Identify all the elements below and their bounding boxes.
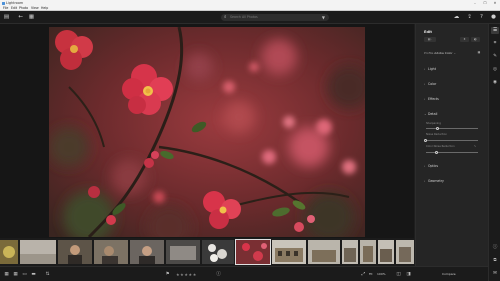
edit-panel-title: Edit xyxy=(424,30,432,34)
photo-grid-icon[interactable]: ▦ xyxy=(3,271,10,278)
before-after-icon[interactable]: ◨ xyxy=(405,271,412,278)
section-effects[interactable]: › Effects xyxy=(424,96,486,102)
filmstrip-thumb[interactable] xyxy=(378,240,394,264)
filmstrip-thumb[interactable] xyxy=(272,240,306,264)
filmstrip-thumb[interactable] xyxy=(20,240,56,264)
single-view-icon[interactable]: ▬ xyxy=(30,271,37,278)
filmstrip-thumb[interactable] xyxy=(202,240,234,264)
flag-icon[interactable]: ⚑ xyxy=(164,271,171,278)
zoom-fit-icon[interactable]: ⤢ xyxy=(360,271,367,278)
color-noise-reduction-slider-thumb[interactable] xyxy=(435,150,439,154)
sort-icon[interactable]: ⇅ xyxy=(44,271,51,278)
compare-label[interactable]: Compare xyxy=(442,271,456,278)
profile-label: Profile xyxy=(424,51,434,55)
main-photo-image xyxy=(49,27,365,237)
noise-reduction-label: Noise Reduction xyxy=(426,133,447,136)
filmstrip-thumb[interactable] xyxy=(360,240,376,264)
sharpening-slider-thumb[interactable] xyxy=(436,126,440,130)
zoom-level[interactable]: 100% xyxy=(377,271,386,278)
filmstrip-thumb[interactable] xyxy=(58,240,92,264)
comments-icon[interactable]: ✉ xyxy=(491,270,499,277)
edit-panel: Edit ▤ · ✦ ◐ Profile Adobe Color ⌄ ▦ › L… xyxy=(415,24,488,270)
brush-icon[interactable]: ✎ xyxy=(474,145,476,148)
chevron-right-icon: › xyxy=(424,67,426,71)
color-noise-reduction-label: Color Noise Reduction xyxy=(426,145,455,148)
profile-value: Adobe Color xyxy=(434,51,453,55)
sharpening-slider[interactable] xyxy=(426,128,478,129)
filmstrip xyxy=(0,238,414,266)
search-box[interactable]: ⌕ ▼ xyxy=(221,14,329,21)
sharpening-label: Sharpening xyxy=(426,122,441,125)
edit-sliders-icon[interactable]: ☰ xyxy=(491,27,499,34)
info-overlay-icon[interactable]: ⓘ xyxy=(215,271,222,278)
right-tool-strip: ☰ ⌗ ✎ ◎ ◉ ⓘ ⧉ ✉ xyxy=(488,24,500,281)
info-icon[interactable]: ⓘ xyxy=(491,244,499,251)
filmstrip-thumb[interactable] xyxy=(308,240,340,264)
help-icon[interactable]: ? xyxy=(478,14,485,21)
color-noise-reduction-slider[interactable] xyxy=(426,152,478,153)
bw-button[interactable]: ◐ xyxy=(471,37,480,42)
chevron-right-icon: › xyxy=(424,164,426,168)
account-icon[interactable]: ● xyxy=(490,14,497,21)
versions-icon[interactable]: ⧉ xyxy=(491,257,499,264)
square-grid-icon[interactable]: ▦ xyxy=(12,271,19,278)
share-icon[interactable]: ⇪ xyxy=(466,14,473,21)
section-color[interactable]: › Color xyxy=(424,81,486,87)
star-rating[interactable]: ★★★★★ xyxy=(176,271,197,278)
chevron-right-icon: › xyxy=(424,179,426,183)
detail-view-icon[interactable]: ▭ xyxy=(21,271,28,278)
section-optics[interactable]: › Optics xyxy=(424,163,486,169)
back-arrow-icon[interactable]: ← xyxy=(17,14,24,21)
chevron-right-icon: › xyxy=(424,97,426,101)
grid-view-icon[interactable]: ▦ xyxy=(28,14,35,21)
masking-icon[interactable]: ◎ xyxy=(491,66,499,73)
auto-button[interactable]: ✦ xyxy=(460,37,469,42)
noise-reduction-slider-thumb[interactable] xyxy=(424,138,428,142)
photo-canvas xyxy=(0,24,414,238)
filmstrip-thumb[interactable] xyxy=(94,240,128,264)
chevron-down-icon: ⌄ xyxy=(424,112,427,116)
filmstrip-thumb[interactable] xyxy=(0,240,18,264)
app-logo-icon xyxy=(1,1,5,5)
filmstrip-thumb[interactable] xyxy=(396,240,414,264)
section-geometry[interactable]: › Geometry xyxy=(424,178,486,184)
crop-icon[interactable]: ⌗ xyxy=(491,40,499,47)
noise-reduction-slider[interactable] xyxy=(426,140,478,141)
filter-icon[interactable]: ▼ xyxy=(322,14,325,21)
compare-icon[interactable]: ◫ xyxy=(395,271,402,278)
healing-brush-icon[interactable]: ✎ xyxy=(491,53,499,60)
section-light[interactable]: › Light xyxy=(424,66,486,72)
cloud-sync-icon[interactable]: ☁ xyxy=(453,14,460,21)
section-detail[interactable]: ⌄ Detail xyxy=(424,111,486,117)
red-eye-icon[interactable]: ◉ xyxy=(491,79,499,86)
filmstrip-thumb[interactable] xyxy=(342,240,358,264)
chevron-down-icon: ⌄ xyxy=(453,51,457,55)
search-input[interactable] xyxy=(230,14,316,21)
bottom-bar: ▦ ▦ ▭ ▬ ⇅ ⚑ ★★★★★ ⓘ ⤢ Fit 100% ◫ ◨ Compa… xyxy=(0,266,488,281)
profile-row[interactable]: Profile Adobe Color ⌄ xyxy=(424,51,456,55)
main-photo[interactable] xyxy=(49,27,365,237)
filmstrip-thumb[interactable] xyxy=(166,240,200,264)
chevron-right-icon: › xyxy=(424,82,426,86)
filmstrip-thumb-selected[interactable] xyxy=(235,239,271,265)
sidebar-toggle-icon[interactable]: ▤ xyxy=(3,14,10,21)
top-toolbar: ▤ ← ▦ ⌕ ▼ ☁ ⇪ ? ● xyxy=(0,11,500,24)
search-icon: ⌕ xyxy=(224,15,227,20)
presets-button[interactable]: ▤ · xyxy=(424,37,436,42)
filmstrip-thumb[interactable] xyxy=(130,240,164,264)
profile-browser-icon[interactable]: ▦ xyxy=(476,50,482,55)
zoom-fit-label[interactable]: Fit xyxy=(369,271,373,278)
